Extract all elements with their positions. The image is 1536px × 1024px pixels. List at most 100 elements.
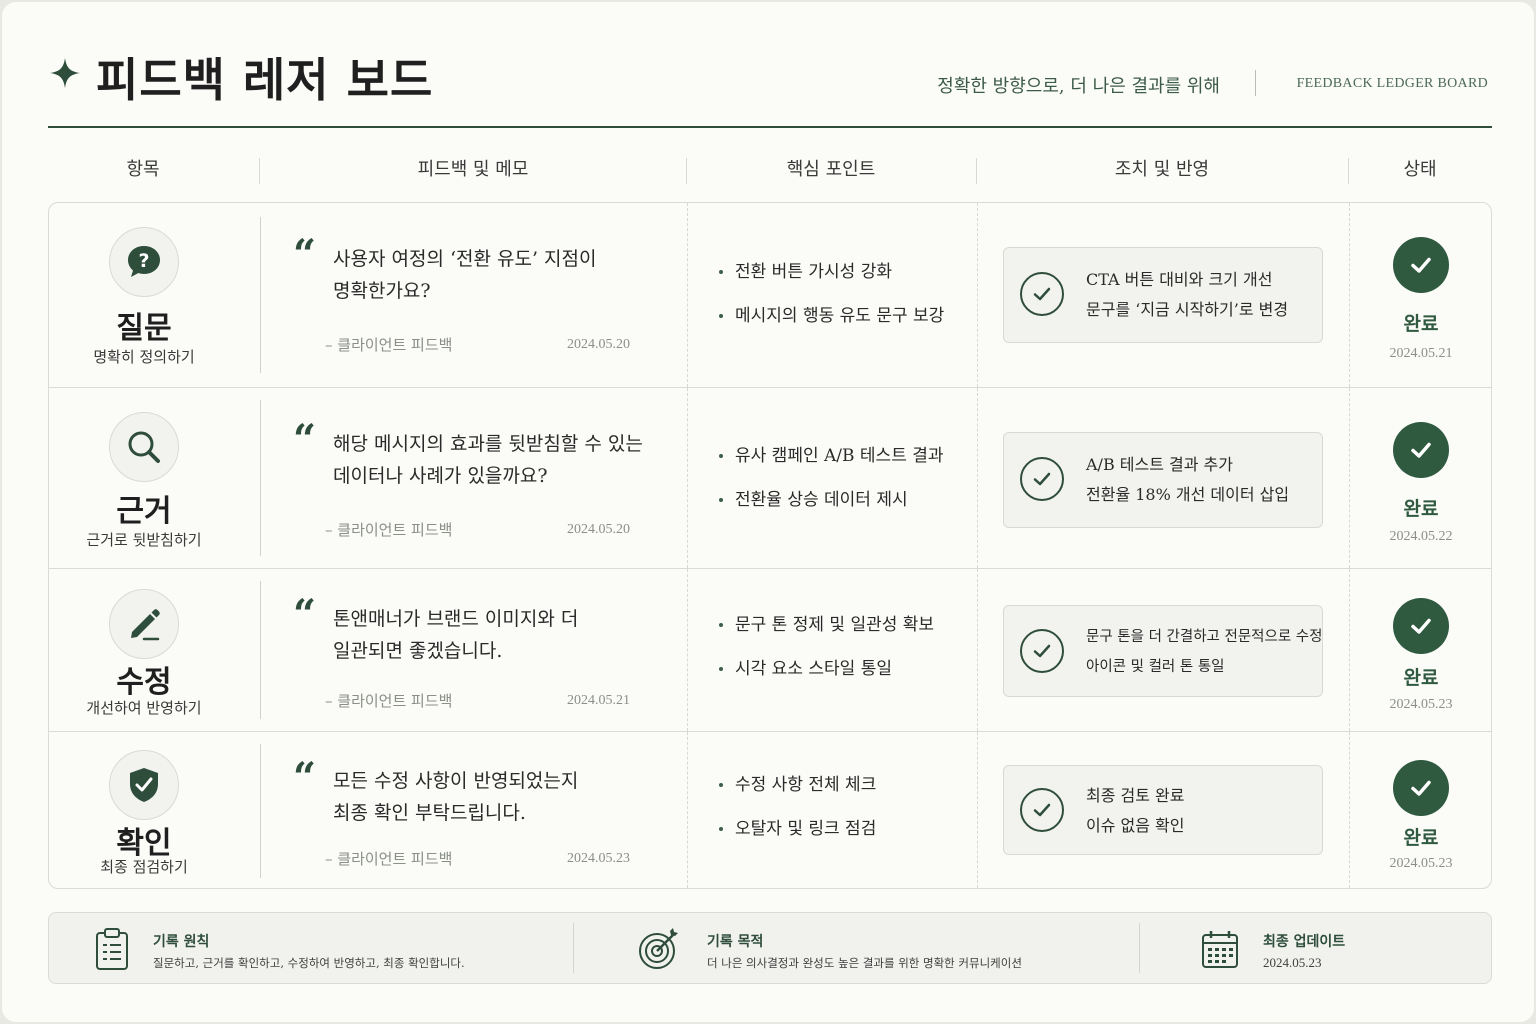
search-icon xyxy=(128,431,160,463)
status-badge: 완료 xyxy=(1403,667,1439,689)
column-header-item: 항목 xyxy=(126,159,160,180)
action-box: 최종 검토 완료 이슈 없음 확인 xyxy=(1003,765,1323,855)
header-divider xyxy=(1255,70,1256,96)
table-row[interactable]: ? 질문 명확히 정의하기 “ 사용자 여정의 ‘전환 유도’ 지점이 명확한가… xyxy=(49,203,1491,387)
action-line: 최종 검토 완료 xyxy=(1086,786,1185,805)
question-icon: ? xyxy=(128,246,160,277)
table-row[interactable]: 근거 근거로 뒷받침하기 “ 해당 메시지의 효과를 뒷받침할 수 있는 데이터… xyxy=(49,388,1491,568)
column-divider xyxy=(260,217,261,373)
key-point: 문구 톤 정제 및 일관성 확보 xyxy=(717,612,977,656)
feedback-line: 해당 메시지의 효과를 뒷받침할 수 있는 xyxy=(333,433,643,455)
check-circle-icon xyxy=(1020,272,1064,316)
page-header: 피드백 레저 보드 정확한 방향으로, 더 나은 결과를 위해 FEEDBACK… xyxy=(48,42,1492,128)
feedback-source: – 클라이언트 피드백 xyxy=(325,692,453,710)
shield-check-icon xyxy=(130,768,158,802)
category-icon-circle xyxy=(109,589,179,659)
calendar-icon xyxy=(1202,931,1238,968)
feedback-source: – 클라이언트 피드백 xyxy=(325,850,453,868)
column-header-actions: 조치 및 반영 xyxy=(1114,159,1210,180)
feedback-text: 사용자 여정의 ‘전환 유도’ 지점이 명확한가요? xyxy=(333,243,663,307)
sparkle-icon xyxy=(50,58,80,88)
key-points-list: 전환 버튼 가시성 강화 메시지의 행동 유도 문구 보강 xyxy=(717,259,977,347)
action-box: 문구 톤을 더 간결하고 전문적으로 수정 아이콘 및 컬러 톤 통일 xyxy=(1003,605,1323,697)
column-divider xyxy=(260,400,261,556)
feedback-date: 2024.05.21 xyxy=(567,693,630,708)
table-row[interactable]: 수정 개선하여 반영하기 “ 톤앤매너가 브랜드 이미지와 더 일관되면 좋겠습… xyxy=(49,569,1491,731)
action-line: CTA 버튼 대비와 크기 개선 xyxy=(1086,270,1273,289)
footer-divider xyxy=(1139,923,1140,973)
action-lines: CTA 버튼 대비와 크기 개선 문구를 ‘지금 시작하기’로 변경 xyxy=(1086,265,1322,325)
key-points-list: 문구 톤 정제 및 일관성 확보 시각 요소 스타일 통일 xyxy=(717,612,977,700)
quote-icon: “ xyxy=(293,591,317,638)
column-divider xyxy=(260,744,261,878)
action-box: A/B 테스트 결과 추가 전환율 18% 개선 데이터 삽입 xyxy=(1003,432,1323,528)
category-name: 수정 xyxy=(116,665,172,700)
status-badge: 완료 xyxy=(1403,498,1439,520)
status-check-icon xyxy=(1393,237,1449,293)
status-date: 2024.05.23 xyxy=(1389,856,1453,871)
category-icon-circle: ? xyxy=(109,227,179,297)
feedback-line: 톤앤매너가 브랜드 이미지와 더 xyxy=(333,608,579,630)
target-icon xyxy=(639,928,678,969)
key-point: 전환 버튼 가시성 강화 xyxy=(717,259,977,303)
key-point: 메시지의 행동 유도 문구 보강 xyxy=(717,303,977,347)
feedback-date: 2024.05.20 xyxy=(567,522,630,537)
pencil-icon xyxy=(131,609,160,641)
key-point: 유사 캠페인 A/B 테스트 결과 xyxy=(717,443,977,487)
svg-text:?: ? xyxy=(138,250,149,272)
page-tagline: 정확한 방향으로, 더 나은 결과를 위해 xyxy=(937,76,1220,97)
feedback-line: 데이터나 사례가 있을까요? xyxy=(333,465,548,487)
feedback-source: – 클라이언트 피드백 xyxy=(325,336,453,354)
status-badge: 완료 xyxy=(1403,827,1439,849)
feedback-text: 모든 수정 사항이 반영되었는지 최종 확인 부탁드립니다. xyxy=(333,765,663,829)
clipboard-icon xyxy=(96,928,128,970)
column-divider xyxy=(687,732,688,888)
feedback-text: 해당 메시지의 효과를 뒷받침할 수 있는 데이터나 사례가 있을까요? xyxy=(333,428,673,492)
feedback-line: 명확한가요? xyxy=(333,280,431,302)
footer-divider xyxy=(573,923,574,973)
column-divider xyxy=(977,388,978,568)
status-badge: 완료 xyxy=(1403,313,1439,335)
footer-last-updated: 2024.05.23 xyxy=(1263,955,1322,970)
status-date: 2024.05.21 xyxy=(1389,346,1453,361)
key-point: 전환율 상승 데이터 제시 xyxy=(717,487,977,531)
feedback-line: 일관되면 좋겠습니다. xyxy=(333,640,503,662)
action-box: CTA 버튼 대비와 크기 개선 문구를 ‘지금 시작하기’로 변경 xyxy=(1003,247,1323,343)
feedback-date: 2024.05.20 xyxy=(567,337,630,352)
category-name: 질문 xyxy=(116,311,172,346)
feedback-table: ? 질문 명확히 정의하기 “ 사용자 여정의 ‘전환 유도’ 지점이 명확한가… xyxy=(48,202,1492,889)
category-subtitle: 명확히 정의하기 xyxy=(93,348,195,366)
category-icon-circle xyxy=(109,412,179,482)
key-point: 오탈자 및 링크 점검 xyxy=(717,816,977,860)
column-divider xyxy=(977,203,978,387)
footer-text: 질문하고, 근거를 확인하고, 수정하여 반영하고, 최종 확인합니다. xyxy=(153,956,465,970)
category-name: 근거 xyxy=(116,494,172,529)
column-divider xyxy=(687,203,688,387)
action-lines: A/B 테스트 결과 추가 전환율 18% 개선 데이터 삽입 xyxy=(1086,450,1322,510)
footer-title: 최종 업데이트 xyxy=(1263,934,1346,950)
feedback-source: – 클라이언트 피드백 xyxy=(325,521,453,539)
column-header-status: 상태 xyxy=(1403,159,1437,180)
page-title: 피드백 레저 보드 xyxy=(96,53,434,107)
key-points-list: 수정 사항 전체 체크 오탈자 및 링크 점검 xyxy=(717,772,977,860)
check-circle-icon xyxy=(1020,788,1064,832)
quote-icon: “ xyxy=(293,754,317,801)
action-line: 아이콘 및 컬러 톤 통일 xyxy=(1086,659,1225,675)
action-line: 문구 톤을 더 간결하고 전문적으로 수정 xyxy=(1086,629,1323,645)
feedback-date: 2024.05.23 xyxy=(567,851,630,866)
action-line: A/B 테스트 결과 추가 xyxy=(1086,455,1234,474)
feedback-line: 최종 확인 부탁드립니다. xyxy=(333,802,526,824)
feedback-line: 모든 수정 사항이 반영되었는지 xyxy=(333,770,579,792)
table-row[interactable]: 확인 최종 점검하기 “ 모든 수정 사항이 반영되었는지 최종 확인 부탁드립… xyxy=(49,732,1491,888)
column-divider xyxy=(977,732,978,888)
action-lines: 문구 톤을 더 간결하고 전문적으로 수정 아이콘 및 컬러 톤 통일 xyxy=(1086,622,1322,682)
status-date: 2024.05.22 xyxy=(1389,529,1453,544)
footer-title: 기록 목적 xyxy=(707,934,764,950)
category-icon-circle xyxy=(109,750,179,820)
footer-title: 기록 원칙 xyxy=(153,934,210,950)
footer-bar: 기록 원칙 질문하고, 근거를 확인하고, 수정하여 반영하고, 최종 확인합니… xyxy=(48,912,1492,984)
quote-icon: “ xyxy=(293,231,317,278)
column-divider xyxy=(687,388,688,568)
feedback-board-page: 피드백 레저 보드 정확한 방향으로, 더 나은 결과를 위해 FEEDBACK… xyxy=(2,2,1534,1022)
action-line: 문구를 ‘지금 시작하기’로 변경 xyxy=(1086,300,1289,319)
